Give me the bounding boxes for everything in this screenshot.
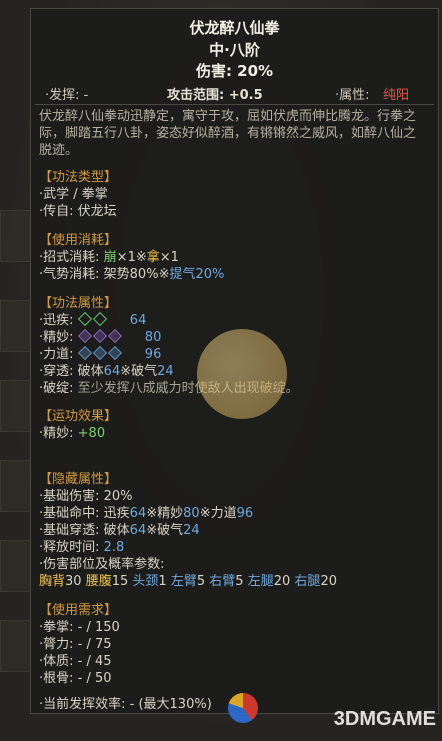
effect-row: ·精妙: +80 <box>39 426 106 441</box>
parts-row: 胸背30 腰腹15 头颈1 左臂5 右臂5 左腿20 右腿20 <box>39 574 337 589</box>
type-line: ·传自: 伏龙坛 <box>39 204 117 219</box>
req-line: ·根骨: - / 50 <box>39 671 112 686</box>
skill-rank: 中·八阶 <box>209 41 260 59</box>
skill-name: 伏龙醉八仙拳 <box>189 19 280 37</box>
mascot-watermark-icon <box>197 329 287 419</box>
watermark: 3DMGAME <box>333 708 436 730</box>
skill-description: 伏龙醉八仙拳动迅静定，寓守于攻，屈如伏虎而伸比腾龙。行拳之际，脚踏五行八卦，姿态… <box>39 109 417 158</box>
skill-damage: 伤害: 20% <box>195 62 274 80</box>
skill-tooltip: 伏龙醉八仙拳 中·八阶 伤害: 20% ·发挥: - 攻击范围: +0.5 ·属… <box>30 8 439 714</box>
play-stat: ·发挥: - <box>45 88 89 103</box>
attr-value: 纯阳 <box>383 88 410 103</box>
qi-cost: ·气势消耗: 架势80%※提气20% <box>39 267 225 282</box>
watermark-logo-icon <box>228 693 258 723</box>
attr-label: ·属性: <box>335 88 370 103</box>
stat-bar: ·发挥: - 攻击范围: +0.5 ·属性: 纯阳 <box>35 82 434 103</box>
attack-range: 攻击范围: +0.5 <box>167 88 263 103</box>
efficiency: ·当前发挥效率: - (最大130%) <box>39 697 212 712</box>
divider <box>35 104 434 105</box>
